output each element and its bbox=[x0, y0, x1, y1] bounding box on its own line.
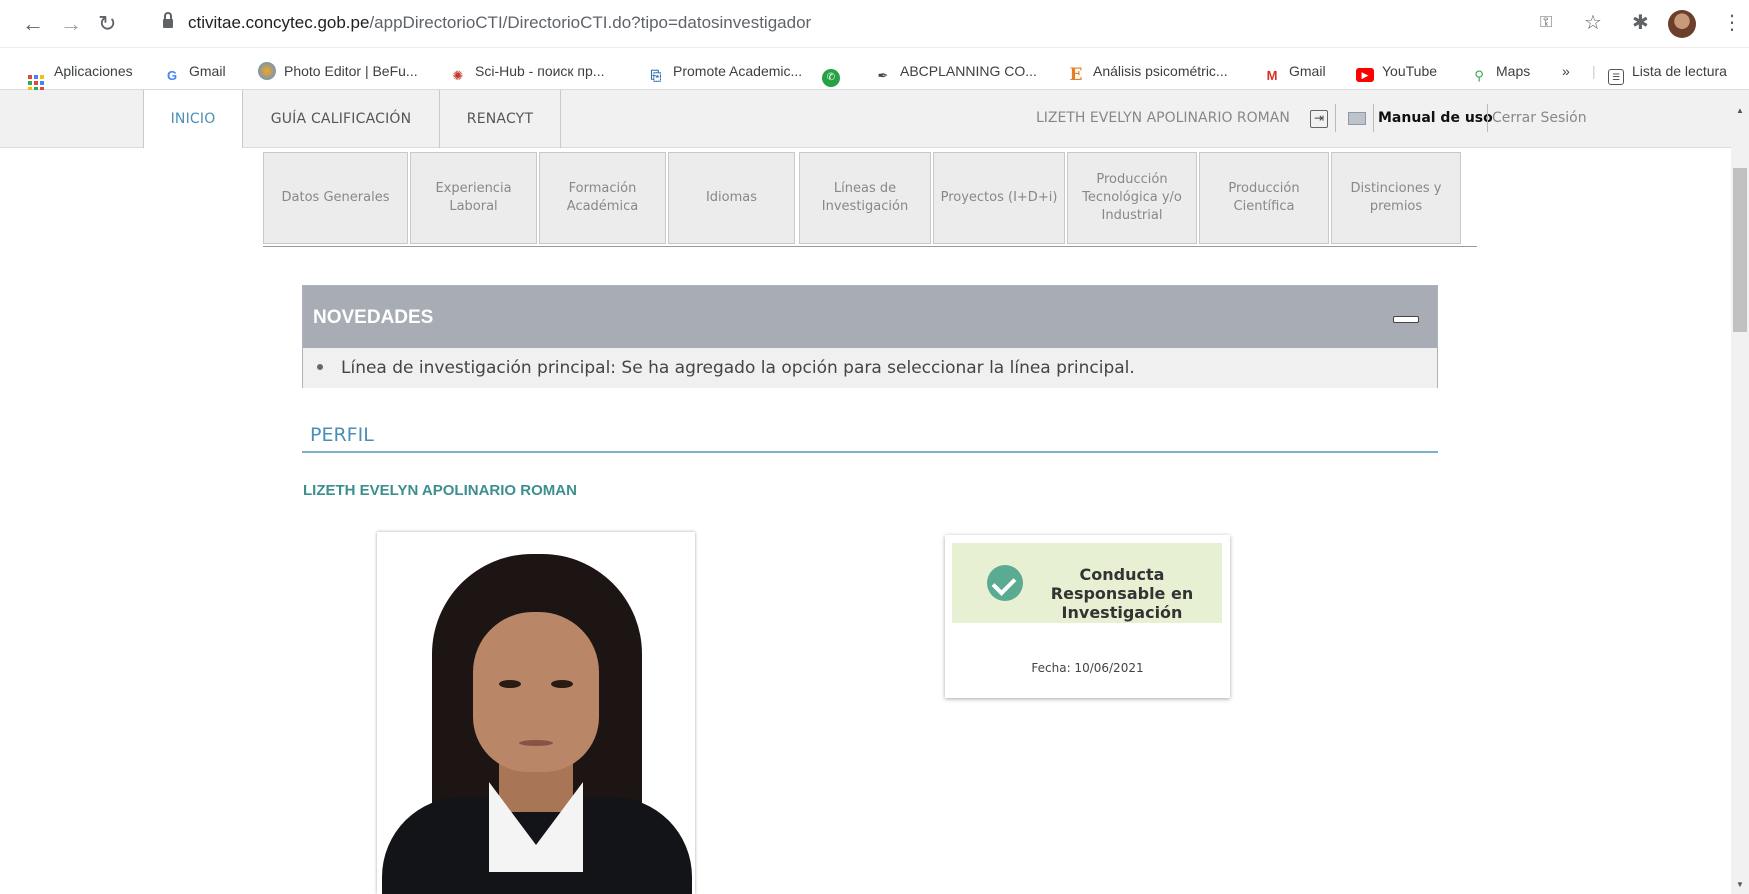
url-text[interactable]: ctivitae.concytec.gob.pe/appDirectorioCT… bbox=[188, 13, 811, 33]
tab-produccion-tecnologica[interactable]: Producción Tecnológica y/o Industrial bbox=[1067, 152, 1197, 244]
bullet-icon bbox=[317, 364, 323, 370]
bookmark-divider: | bbox=[1592, 63, 1596, 79]
novedades-body: Línea de investigación principal: Se ha … bbox=[303, 348, 1437, 388]
tab-produccion-cientifica[interactable]: Producción Científica bbox=[1199, 152, 1329, 244]
tab-guia-calificacion[interactable]: GUÍA CALIFICACIÓN bbox=[243, 90, 440, 148]
novedades-title: NOVEDADES bbox=[313, 307, 434, 328]
bookmark-scihub[interactable]: ✺ Sci-Hub - поиск пр... bbox=[449, 62, 605, 85]
bookmark-label: ABCPLANNING CO... bbox=[900, 63, 1037, 79]
divider bbox=[1487, 104, 1488, 132]
bookmark-label: Sci-Hub - поиск пр... bbox=[475, 63, 605, 79]
badge-title: Conducta Responsable en Investigación bbox=[1050, 565, 1194, 622]
logout-icon[interactable]: ⇥ bbox=[1310, 110, 1328, 128]
scroll-down-arrow[interactable]: ▼ bbox=[1736, 880, 1744, 889]
bookmark-label: Lista de lectura bbox=[1632, 63, 1727, 79]
researcher-photo bbox=[377, 532, 695, 894]
forward-icon[interactable]: → bbox=[60, 13, 82, 35]
tab-inicio[interactable]: INICIO bbox=[143, 90, 243, 148]
bookmark-label: Aplicaciones bbox=[54, 63, 133, 79]
user-name: LIZETH EVELYN APOLINARIO ROMAN bbox=[1036, 110, 1290, 126]
tab-datos-generales[interactable]: Datos Generales bbox=[263, 152, 408, 244]
novedades-header: NOVEDADES bbox=[303, 286, 1437, 348]
bookmark-youtube[interactable]: ▶ YouTube bbox=[1356, 62, 1437, 82]
tab-idiomas[interactable]: Idiomas bbox=[668, 152, 795, 244]
bookmarks-overflow[interactable]: » bbox=[1562, 62, 1570, 80]
tab-lineas-investigacion[interactable]: Líneas de Investigación bbox=[799, 152, 931, 244]
reading-list[interactable]: ☰ Lista de lectura bbox=[1608, 62, 1727, 85]
novedades-item: Línea de investigación principal: Se ha … bbox=[317, 358, 1135, 378]
mail-icon[interactable] bbox=[1348, 112, 1366, 125]
bookmark-label: Promote Academic... bbox=[673, 63, 803, 79]
bookmark-photo-editor[interactable]: Photo Editor | BeFu... bbox=[258, 62, 418, 80]
tab-renacyt[interactable]: RENACYT bbox=[440, 90, 561, 148]
manual-de-uso-link[interactable]: Manual de uso bbox=[1378, 110, 1493, 126]
divider bbox=[1335, 104, 1336, 132]
e-icon: E bbox=[1069, 65, 1083, 85]
browser-address-bar: ← → ↻ ctivitae.concytec.gob.pe/appDirect… bbox=[0, 0, 1749, 48]
document-icon: ⎘ bbox=[650, 68, 662, 83]
tab-experiencia-laboral[interactable]: Experiencia Laboral bbox=[410, 152, 537, 244]
scroll-thumb[interactable] bbox=[1733, 168, 1747, 332]
badge-banner: Conducta Responsable en Investigación bbox=[952, 543, 1222, 623]
bookmark-label: Gmail bbox=[1289, 63, 1326, 79]
novedades-panel: NOVEDADES Línea de investigación princip… bbox=[302, 285, 1438, 388]
apps-icon bbox=[28, 75, 44, 91]
profile-avatar[interactable] bbox=[1668, 10, 1696, 38]
perfil-heading: PERFIL bbox=[310, 424, 374, 446]
bookmark-label: YouTube bbox=[1382, 63, 1438, 79]
bookmark-label: Photo Editor | BeFu... bbox=[284, 63, 418, 79]
gmail-icon: M bbox=[1266, 68, 1278, 83]
novedades-item-text: Línea de investigación principal: Se ha … bbox=[341, 358, 1135, 378]
divider bbox=[1373, 104, 1374, 132]
site-top-nav: INICIO GUÍA CALIFICACIÓN RENACYT LIZETH … bbox=[0, 90, 1731, 148]
perfil-divider bbox=[302, 451, 1438, 453]
minimize-icon[interactable] bbox=[1393, 316, 1419, 323]
badge-date: Fecha: 10/06/2021 bbox=[1031, 661, 1144, 675]
bookmark-gmail[interactable]: M Gmail bbox=[1263, 62, 1326, 85]
maps-icon: ⚲ bbox=[1474, 68, 1484, 83]
cerrar-sesion-link[interactable]: Cerrar Sesión bbox=[1492, 110, 1587, 126]
bookmark-label: Análisis psicométric... bbox=[1093, 63, 1228, 79]
reload-icon[interactable]: ↻ bbox=[98, 13, 116, 35]
bookmark-abcplanning[interactable]: ✒ ABCPLANNING CO... bbox=[874, 62, 1037, 85]
google-icon: G bbox=[166, 68, 178, 83]
lock-icon[interactable] bbox=[163, 12, 173, 29]
bookmark-analisis[interactable]: E Análisis psicométric... bbox=[1067, 62, 1228, 84]
bookmark-gmail-google[interactable]: G Gmail bbox=[163, 62, 226, 85]
menu-icon[interactable]: ⋮ bbox=[1722, 12, 1742, 34]
befunky-icon bbox=[258, 62, 276, 80]
bookmark-maps[interactable]: ⚲ Maps bbox=[1470, 62, 1530, 85]
bookmark-label: Maps bbox=[1496, 63, 1531, 79]
url-domain: ctivitae.concytec.gob.pe bbox=[188, 13, 370, 32]
extensions-icon[interactable]: ✱ bbox=[1632, 12, 1649, 34]
feather-icon: ✒ bbox=[877, 68, 889, 83]
tab-distinciones-premios[interactable]: Distinciones y premios bbox=[1331, 152, 1461, 244]
bookmark-apps[interactable]: Aplicaciones bbox=[28, 62, 133, 91]
bookmark-label: Gmail bbox=[189, 63, 226, 79]
whatsapp-icon: ✆ bbox=[822, 69, 840, 87]
bookmark-promote-academic[interactable]: ⎘ Promote Academic... bbox=[647, 62, 802, 85]
url-path: /appDirectorioCTI/DirectorioCTI.do?tipo=… bbox=[369, 13, 812, 32]
profile-section-tabs: Datos Generales Experiencia Laboral Form… bbox=[263, 152, 1477, 247]
conducta-responsable-badge[interactable]: Conducta Responsable en Investigación Fe… bbox=[945, 535, 1230, 698]
scroll-up-arrow[interactable]: ▲ bbox=[1736, 106, 1744, 115]
back-icon[interactable]: ← bbox=[22, 13, 44, 35]
bookmark-whatsapp[interactable]: ✆ bbox=[822, 62, 848, 87]
bookmarks-bar: Aplicaciones G Gmail Photo Editor | BeFu.… bbox=[0, 52, 1749, 91]
check-circle-icon bbox=[987, 565, 1023, 601]
scihub-icon: ✺ bbox=[452, 68, 464, 83]
reading-list-icon: ☰ bbox=[1608, 69, 1624, 85]
key-icon[interactable]: ⚿ bbox=[1540, 12, 1552, 34]
tab-proyectos[interactable]: Proyectos (I+D+i) bbox=[933, 152, 1065, 244]
youtube-icon: ▶ bbox=[1356, 68, 1374, 82]
researcher-name: LIZETH EVELYN APOLINARIO ROMAN bbox=[303, 482, 577, 499]
star-icon[interactable]: ☆ bbox=[1584, 12, 1602, 34]
tab-formacion-academica[interactable]: Formación Académica bbox=[539, 152, 666, 244]
